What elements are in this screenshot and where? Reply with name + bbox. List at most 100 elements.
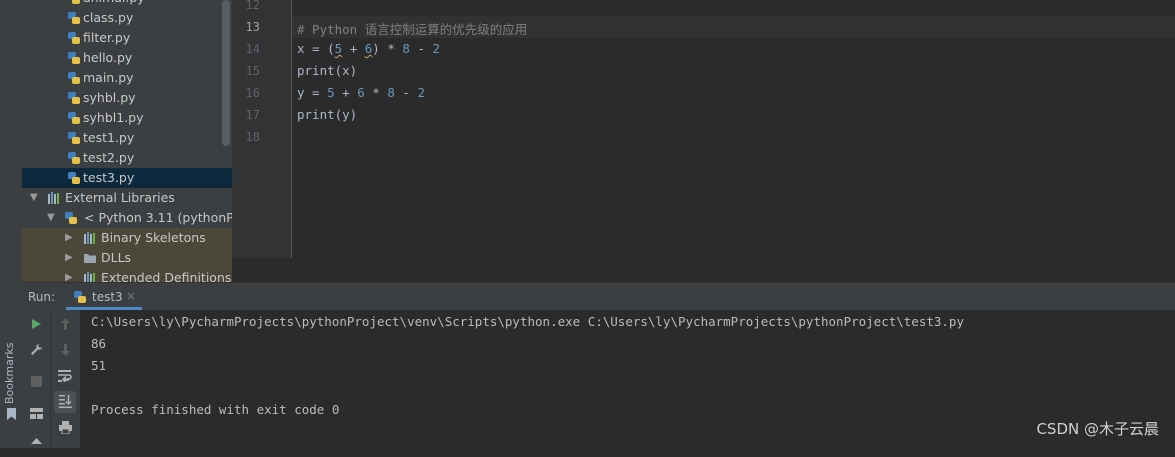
tree-dlls[interactable]: ▶ DLLs — [22, 248, 232, 268]
line-number: 13 — [245, 20, 260, 34]
line-number: 14 — [245, 42, 260, 56]
python-file-icon — [68, 112, 80, 124]
chevron-right-icon[interactable]: ▶ — [65, 228, 73, 248]
python-file-icon — [68, 172, 80, 184]
library-icon — [84, 232, 95, 244]
stop-button[interactable] — [25, 371, 47, 393]
code-editor[interactable]: # Python 语言控制运算的优先级的应用 x = (5 + 6) * 8 -… — [292, 0, 1175, 258]
console-line: 51 — [91, 358, 107, 373]
tree-node-label: Extended Definitions — [101, 270, 232, 282]
pin-tab-button[interactable] — [25, 434, 47, 456]
project-scrollbar[interactable] — [222, 0, 230, 146]
tree-python-sdk[interactable]: ▼ < Python 3.11 (pythonProj — [22, 208, 232, 228]
run-label: Run: — [28, 290, 56, 304]
chevron-right-icon[interactable]: ▶ — [65, 248, 73, 268]
soft-wrap-button[interactable] — [54, 365, 76, 387]
code-token: y = — [297, 85, 328, 100]
scroll-down-button[interactable] — [54, 339, 76, 361]
tree-file-test1[interactable]: test1.py — [22, 128, 232, 148]
code-token: ) * — [372, 41, 403, 56]
chevron-down-icon[interactable]: ▼ — [47, 208, 55, 228]
library-icon — [48, 192, 59, 204]
tree-file-syhbl1[interactable]: syhbl1.py — [22, 108, 232, 128]
pin-icon — [30, 438, 42, 444]
folder-icon — [84, 254, 96, 263]
line-number: 12 — [245, 0, 260, 12]
code-number: 6 — [357, 85, 365, 100]
console-line: Process finished with exit code 0 — [91, 402, 340, 417]
play-icon — [32, 319, 41, 329]
code-line-17: print(y) — [297, 107, 358, 122]
code-number: 8 — [402, 41, 410, 56]
line-number: 18 — [245, 130, 260, 144]
code-token: - — [394, 85, 418, 100]
tree-node-label: DLLs — [101, 250, 132, 265]
close-icon[interactable]: × — [126, 289, 136, 303]
python-file-icon — [68, 132, 80, 144]
tree-file-label: main.py — [83, 70, 134, 85]
code-token: - — [409, 41, 433, 56]
tree-node-label: External Libraries — [65, 190, 175, 205]
python-file-icon — [72, 0, 80, 4]
scroll-up-button[interactable] — [54, 313, 76, 335]
run-tab-test3[interactable]: test3 × — [66, 283, 142, 310]
code-line-15: print(x) — [297, 63, 358, 78]
tree-extended-definitions[interactable]: ▶ Extended Definitions — [22, 268, 232, 282]
bookmarks-label: Bookmarks — [3, 342, 16, 404]
editor-bottom-area — [232, 258, 1175, 282]
tree-file-filter[interactable]: filter.py — [22, 28, 232, 48]
console-line: 86 — [91, 336, 107, 351]
code-line-14: x = (5 + 6) * 8 - 2 — [297, 41, 440, 56]
bookmarks-tool-button[interactable]: Bookmarks — [3, 342, 19, 446]
code-number: 5 — [327, 85, 335, 100]
tree-file-main[interactable]: main.py — [22, 68, 232, 88]
run-console[interactable]: C:\Users\ly\PycharmProjects\pythonProjec… — [80, 310, 1175, 448]
project-tree: animal.py class.py filter.py hello.py ma… — [22, 0, 232, 282]
line-number: 15 — [245, 64, 260, 78]
rerun-button[interactable] — [25, 313, 47, 335]
stop-icon — [30, 376, 42, 387]
python-file-icon — [68, 32, 80, 44]
arrow-up-icon — [60, 318, 70, 330]
tree-file-label: animal.py — [83, 0, 145, 8]
tree-external-libraries[interactable]: ▼ External Libraries — [22, 188, 232, 208]
watermark: CSDN @木子云晨 — [1036, 420, 1159, 438]
python-icon — [74, 291, 86, 303]
code-token: * — [364, 85, 388, 100]
code-number: 2 — [417, 85, 425, 100]
chevron-right-icon[interactable]: ▶ — [65, 268, 73, 282]
printer-icon — [58, 421, 72, 435]
tree-file-animal[interactable]: animal.py — [22, 0, 232, 8]
code-line-13: # Python 语言控制运算的优先级的应用 — [297, 22, 528, 37]
line-number: 16 — [245, 86, 260, 100]
code-token: x = ( — [297, 41, 335, 56]
python-file-icon — [68, 152, 80, 164]
tree-file-test3[interactable]: test3.py — [22, 168, 232, 188]
console-line: C:\Users\ly\PycharmProjects\pythonProjec… — [91, 314, 964, 329]
python-file-icon — [68, 92, 80, 104]
print-button[interactable] — [54, 417, 76, 439]
run-toolbar-secondary — [51, 310, 80, 448]
run-tool-header: Run: test3 × — [22, 282, 1175, 311]
tree-file-label: class.py — [83, 10, 134, 25]
code-token: + — [342, 41, 365, 56]
python-file-icon — [68, 12, 80, 24]
scroll-to-end-button[interactable] — [54, 391, 76, 413]
tree-file-class[interactable]: class.py — [22, 8, 232, 28]
tree-file-label: test1.py — [83, 130, 135, 145]
editor-gutter: 12 13 14 15 16 17 18 — [232, 0, 292, 258]
chevron-down-icon[interactable]: ▼ — [30, 188, 38, 208]
tree-file-label: filter.py — [83, 30, 131, 45]
tree-file-test2[interactable]: test2.py — [22, 148, 232, 168]
scroll-to-end-icon — [58, 395, 72, 408]
tree-binary-skeletons[interactable]: ▶ Binary Skeletons — [22, 228, 232, 248]
tree-file-label: syhbl1.py — [83, 110, 144, 125]
code-line-16: y = 5 + 6 * 8 - 2 — [297, 85, 425, 100]
layout-button[interactable] — [25, 403, 47, 425]
python-icon — [65, 212, 77, 224]
modify-run-configuration-button[interactable] — [25, 339, 47, 361]
tree-file-syhbl[interactable]: syhbl.py — [22, 88, 232, 108]
code-token: + — [334, 85, 358, 100]
tree-file-hello[interactable]: hello.py — [22, 48, 232, 68]
tree-file-label: hello.py — [83, 50, 133, 65]
